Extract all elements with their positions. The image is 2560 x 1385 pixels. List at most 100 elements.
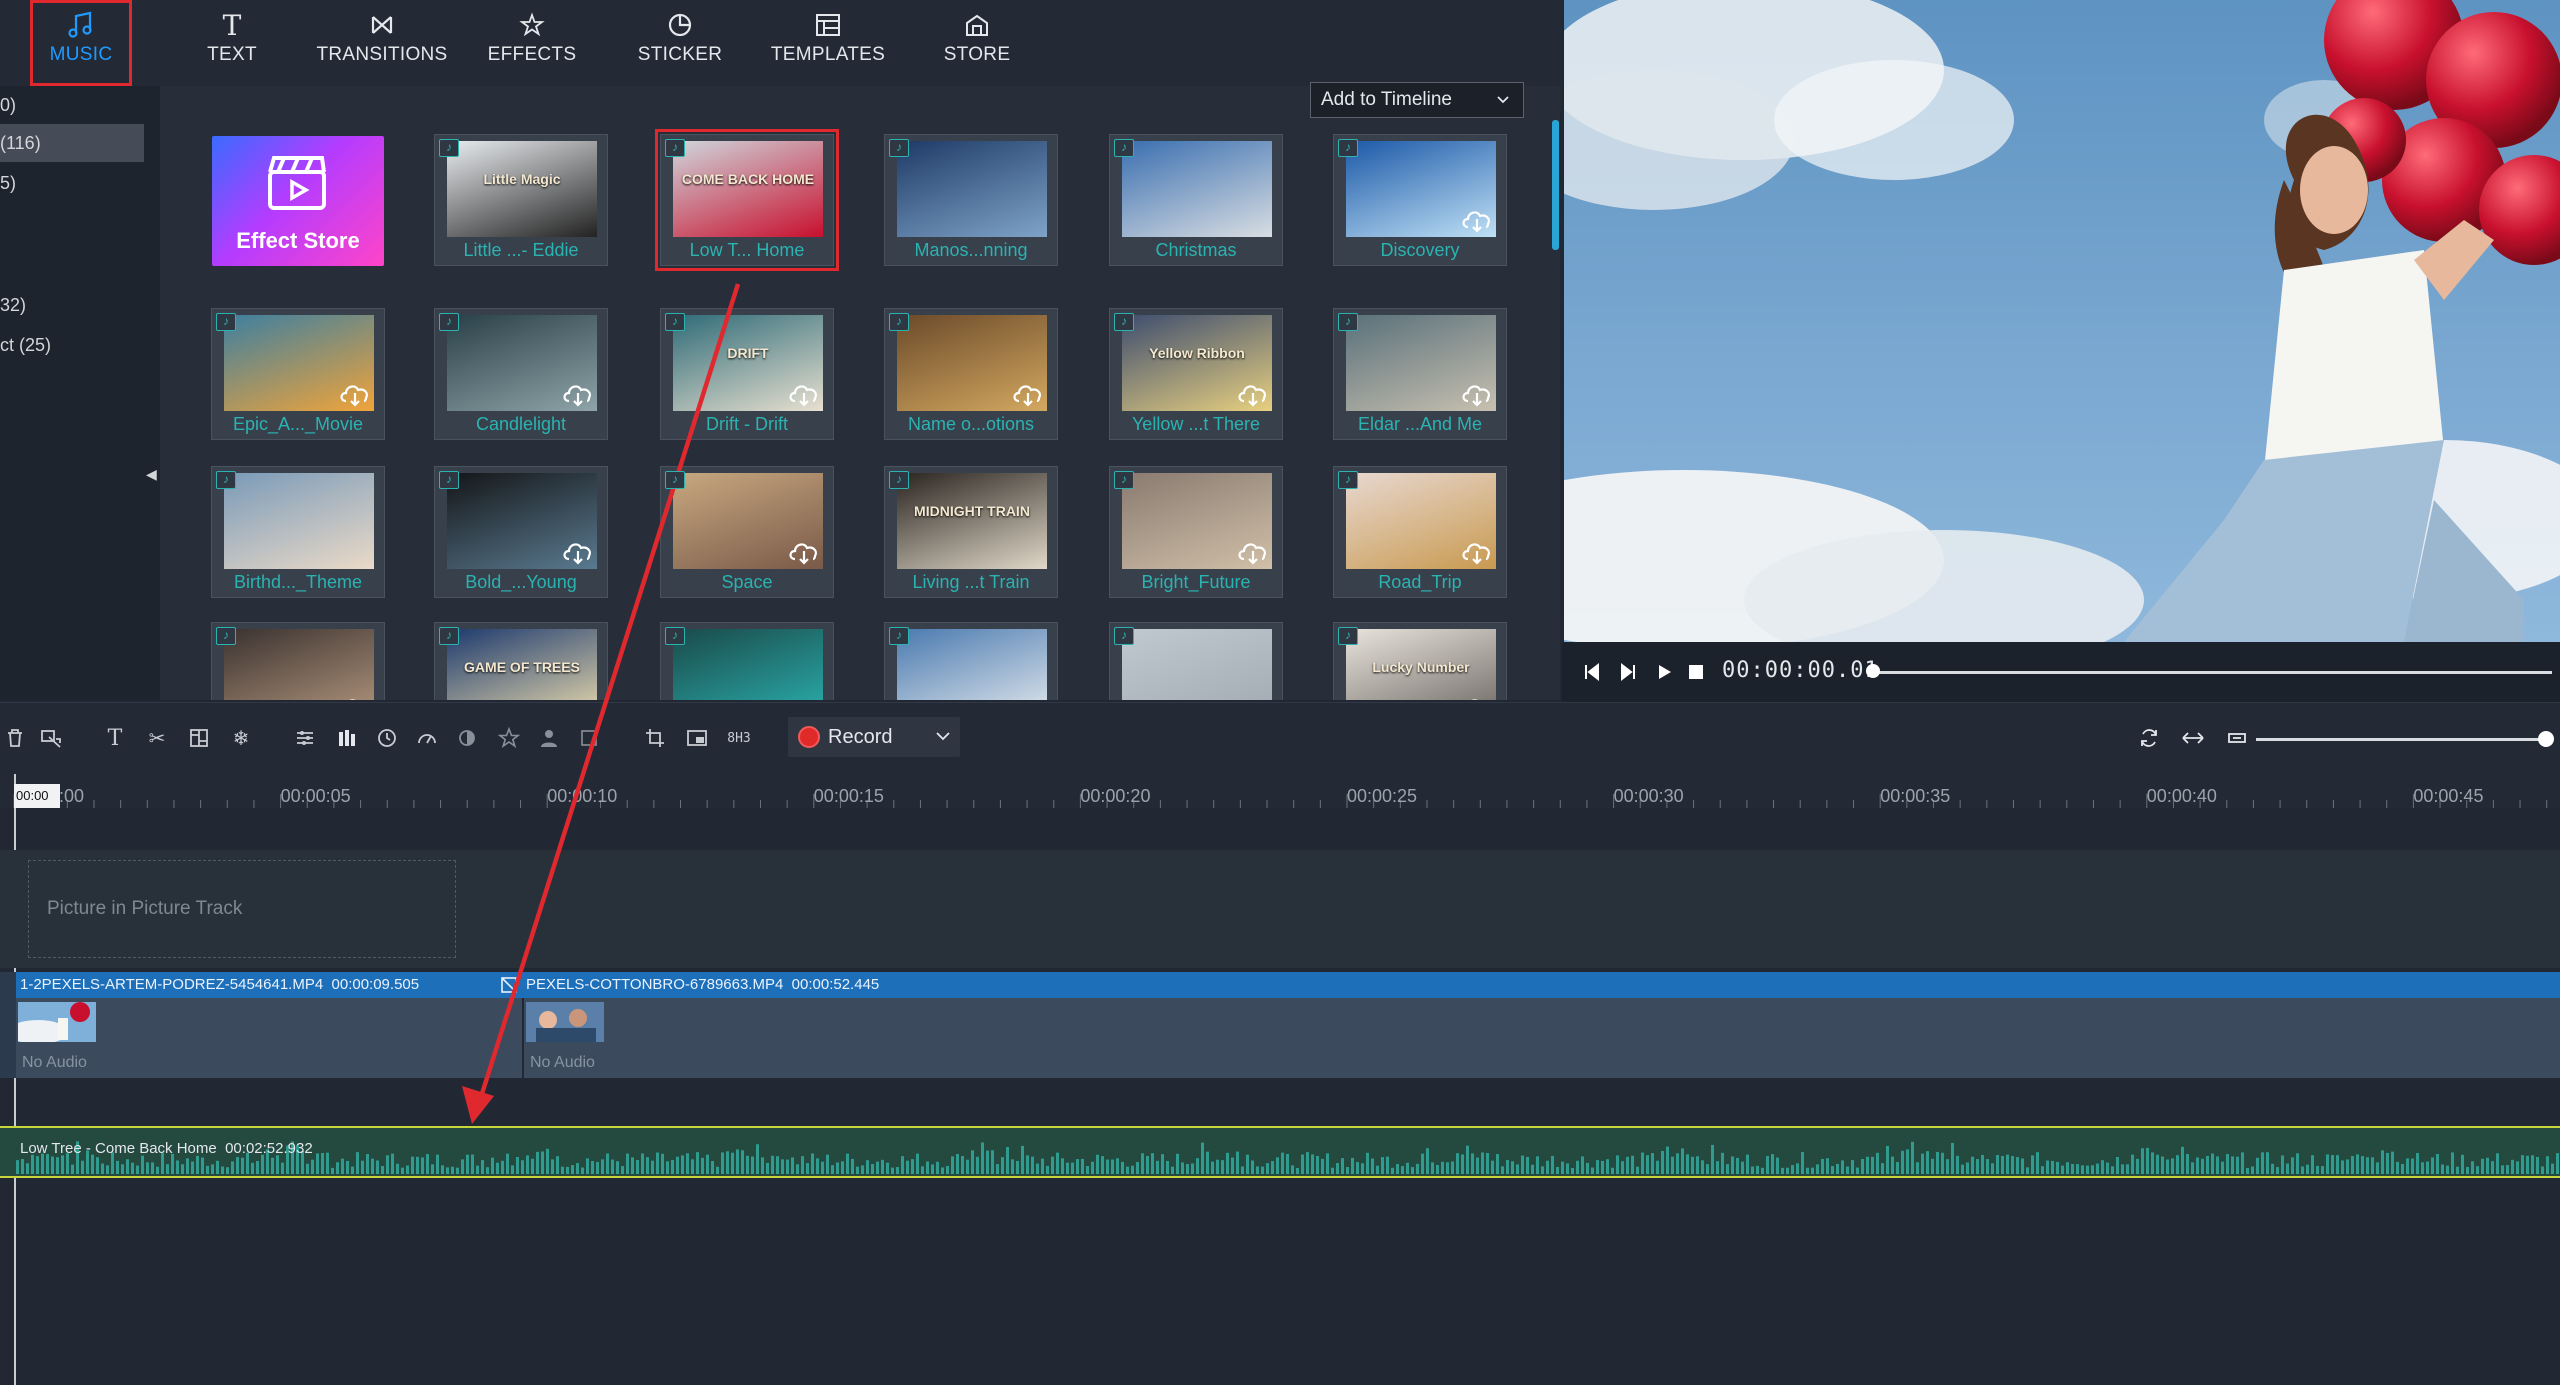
mask-icon[interactable] [574, 723, 604, 753]
zoom-out-icon[interactable] [2222, 723, 2252, 753]
thumbnail-text: DRIFT [727, 345, 769, 361]
preview-scrub-bar[interactable] [1872, 671, 2552, 674]
tab-text[interactable]: T TEXT [190, 0, 274, 86]
sidebar-item[interactable]: ct (25) [0, 326, 144, 364]
audio-mixer-icon[interactable] [332, 723, 362, 753]
media-item-card[interactable]: GAME OF TREES ♪ [434, 622, 608, 700]
media-item-card[interactable]: COME BACK HOME ♪ Low T... Home [655, 129, 839, 271]
aspect-ratio-icon[interactable]: 8H3 [724, 723, 754, 753]
fit-timeline-icon[interactable] [2178, 723, 2208, 753]
media-item-card[interactable]: ♪ Christmas [1109, 134, 1283, 266]
transition-marker[interactable] [496, 972, 522, 998]
media-item-card[interactable]: Little Magic ♪ Little ...- Eddie [434, 134, 608, 266]
media-item-card[interactable]: ♪ Name o...otions [884, 308, 1058, 440]
audio-clip[interactable]: Low Tree - Come Back Home 00:02:52.932 [0, 1126, 2560, 1178]
tab-sticker[interactable]: STICKER [630, 0, 730, 86]
cloud-download-icon[interactable] [1460, 381, 1494, 407]
text-tool-icon[interactable]: T [100, 723, 130, 753]
media-item-card[interactable]: ♪ [660, 622, 834, 700]
collapse-sidebar-icon[interactable]: ◀ [146, 466, 157, 483]
media-item-card[interactable]: MIDNIGHT TRAIN ♪ Living ...t Train [884, 466, 1058, 598]
scissors-icon[interactable]: ✂ [142, 723, 172, 753]
zoom-slider-handle[interactable] [2538, 731, 2554, 747]
sidebar-item[interactable]: 32) [0, 286, 144, 324]
tab-transitions[interactable]: TRANSITIONS [312, 0, 452, 86]
cloud-download-icon[interactable] [561, 381, 595, 407]
media-item-card[interactable]: ♪ Space [660, 466, 834, 598]
video-clip-2-header[interactable]: PEXELS-COTTONBRO-6789663.MP4 00:00:52.44… [522, 972, 2560, 998]
sidebar-item-label: 0) [0, 94, 17, 115]
sidebar-item-selected[interactable]: (116) [0, 124, 144, 162]
media-item-card[interactable]: ♪ Bright_Future [1109, 466, 1283, 598]
cloud-download-icon[interactable] [787, 539, 821, 565]
playhead-time-flag[interactable]: 00:00 [14, 784, 60, 808]
speed-icon[interactable] [412, 723, 442, 753]
play-icon[interactable] [1654, 662, 1674, 682]
media-item-card[interactable]: ♪ Road_Trip [1333, 466, 1507, 598]
media-item-card[interactable]: ♪ Eldar ...And Me [1333, 308, 1507, 440]
sidebar-item[interactable]: 0) [0, 86, 144, 124]
step-frame-icon[interactable] [1618, 662, 1638, 682]
delete-icon[interactable] [0, 723, 30, 753]
video-preview[interactable] [1564, 0, 2560, 642]
cloud-download-icon[interactable] [1460, 207, 1494, 233]
pip-placeholder[interactable]: Picture in Picture Track [28, 860, 456, 958]
media-item-card[interactable]: ♪ [211, 622, 385, 700]
duration-icon[interactable] [372, 723, 402, 753]
thumbnail-text: GAME OF TREES [464, 659, 580, 675]
tab-templates[interactable]: TEMPLATES [770, 0, 886, 86]
media-item-card[interactable]: ♪ Discovery [1333, 134, 1507, 266]
tab-effects[interactable]: EFFECTS [484, 0, 580, 86]
stop-icon[interactable] [1688, 664, 1704, 680]
pip-track[interactable]: Picture in Picture Track [0, 850, 2560, 968]
cloud-download-icon[interactable] [1460, 695, 1494, 700]
time-ruler[interactable]: 00:00:0000:00:0500:00:1000:00:1500:00:20… [0, 774, 2560, 808]
pip-icon[interactable] [682, 723, 712, 753]
effect-store-tile[interactable]: Effect Store [212, 136, 384, 266]
media-item-card[interactable]: ♪ Birthd..._Theme [211, 466, 385, 598]
cloud-download-icon[interactable] [1011, 381, 1045, 407]
media-item-card[interactable]: ♪ Bold_...Young [434, 466, 608, 598]
media-item-card[interactable]: Yellow Ribbon ♪ Yellow ...t There [1109, 308, 1283, 440]
tab-music[interactable]: MUSIC [30, 0, 132, 86]
media-item-card[interactable]: Lucky Number ♪ [1333, 622, 1507, 700]
freeze-frame-icon[interactable]: ❄ [226, 723, 256, 753]
music-note-icon: ♪ [1338, 471, 1358, 489]
preview-scrub-handle[interactable] [1866, 664, 1880, 678]
tab-store[interactable]: STORE [930, 0, 1024, 86]
add-to-timeline-dropdown[interactable]: Add to Timeline [1310, 82, 1524, 118]
video-clip-1[interactable]: No Audio [16, 998, 522, 1078]
zoom-slider[interactable] [2256, 738, 2546, 741]
detach-icon[interactable] [36, 723, 66, 753]
crop-icon[interactable] [640, 723, 670, 753]
music-note-icon: ♪ [665, 313, 685, 331]
media-item-card[interactable]: ♪ [1109, 622, 1283, 700]
cloud-download-icon[interactable] [1236, 381, 1270, 407]
video-clip-2[interactable]: No Audio [522, 998, 2560, 1078]
skip-back-icon[interactable] [1582, 662, 1602, 682]
cloud-download-icon[interactable] [787, 381, 821, 407]
cloud-download-icon[interactable] [338, 695, 372, 700]
sticker-icon [667, 10, 693, 40]
chevron-down-icon[interactable] [934, 727, 952, 745]
cloud-download-icon[interactable] [1460, 539, 1494, 565]
sidebar-item[interactable]: 5) [0, 164, 144, 202]
cloud-download-icon[interactable] [1236, 539, 1270, 565]
cloud-download-icon[interactable] [338, 381, 372, 407]
cloud-download-icon[interactable] [561, 539, 595, 565]
media-grid-scrollbar[interactable] [1552, 120, 1559, 250]
media-item-card[interactable]: ♪ Manos...nning [884, 134, 1058, 266]
person-icon[interactable] [534, 723, 564, 753]
split-screen-icon[interactable] [184, 723, 214, 753]
media-item-name: Discovery [1380, 240, 1460, 260]
video-clip-1-header[interactable]: 1-2PEXELS-ARTEM-PODREZ-5454641.MP4 00:00… [16, 972, 522, 998]
star-icon[interactable] [494, 723, 524, 753]
media-item-card[interactable]: ♪ [884, 622, 1058, 700]
adjust-icon[interactable] [290, 723, 320, 753]
record-button[interactable]: Record [788, 717, 960, 757]
media-item-card[interactable]: ♪ Epic_A..._Movie [211, 308, 385, 440]
media-item-card[interactable]: ♪ Candlelight [434, 308, 608, 440]
refresh-icon[interactable] [2134, 723, 2164, 753]
media-item-card[interactable]: DRIFT ♪ Drift - Drift [660, 308, 834, 440]
color-icon[interactable] [452, 723, 482, 753]
